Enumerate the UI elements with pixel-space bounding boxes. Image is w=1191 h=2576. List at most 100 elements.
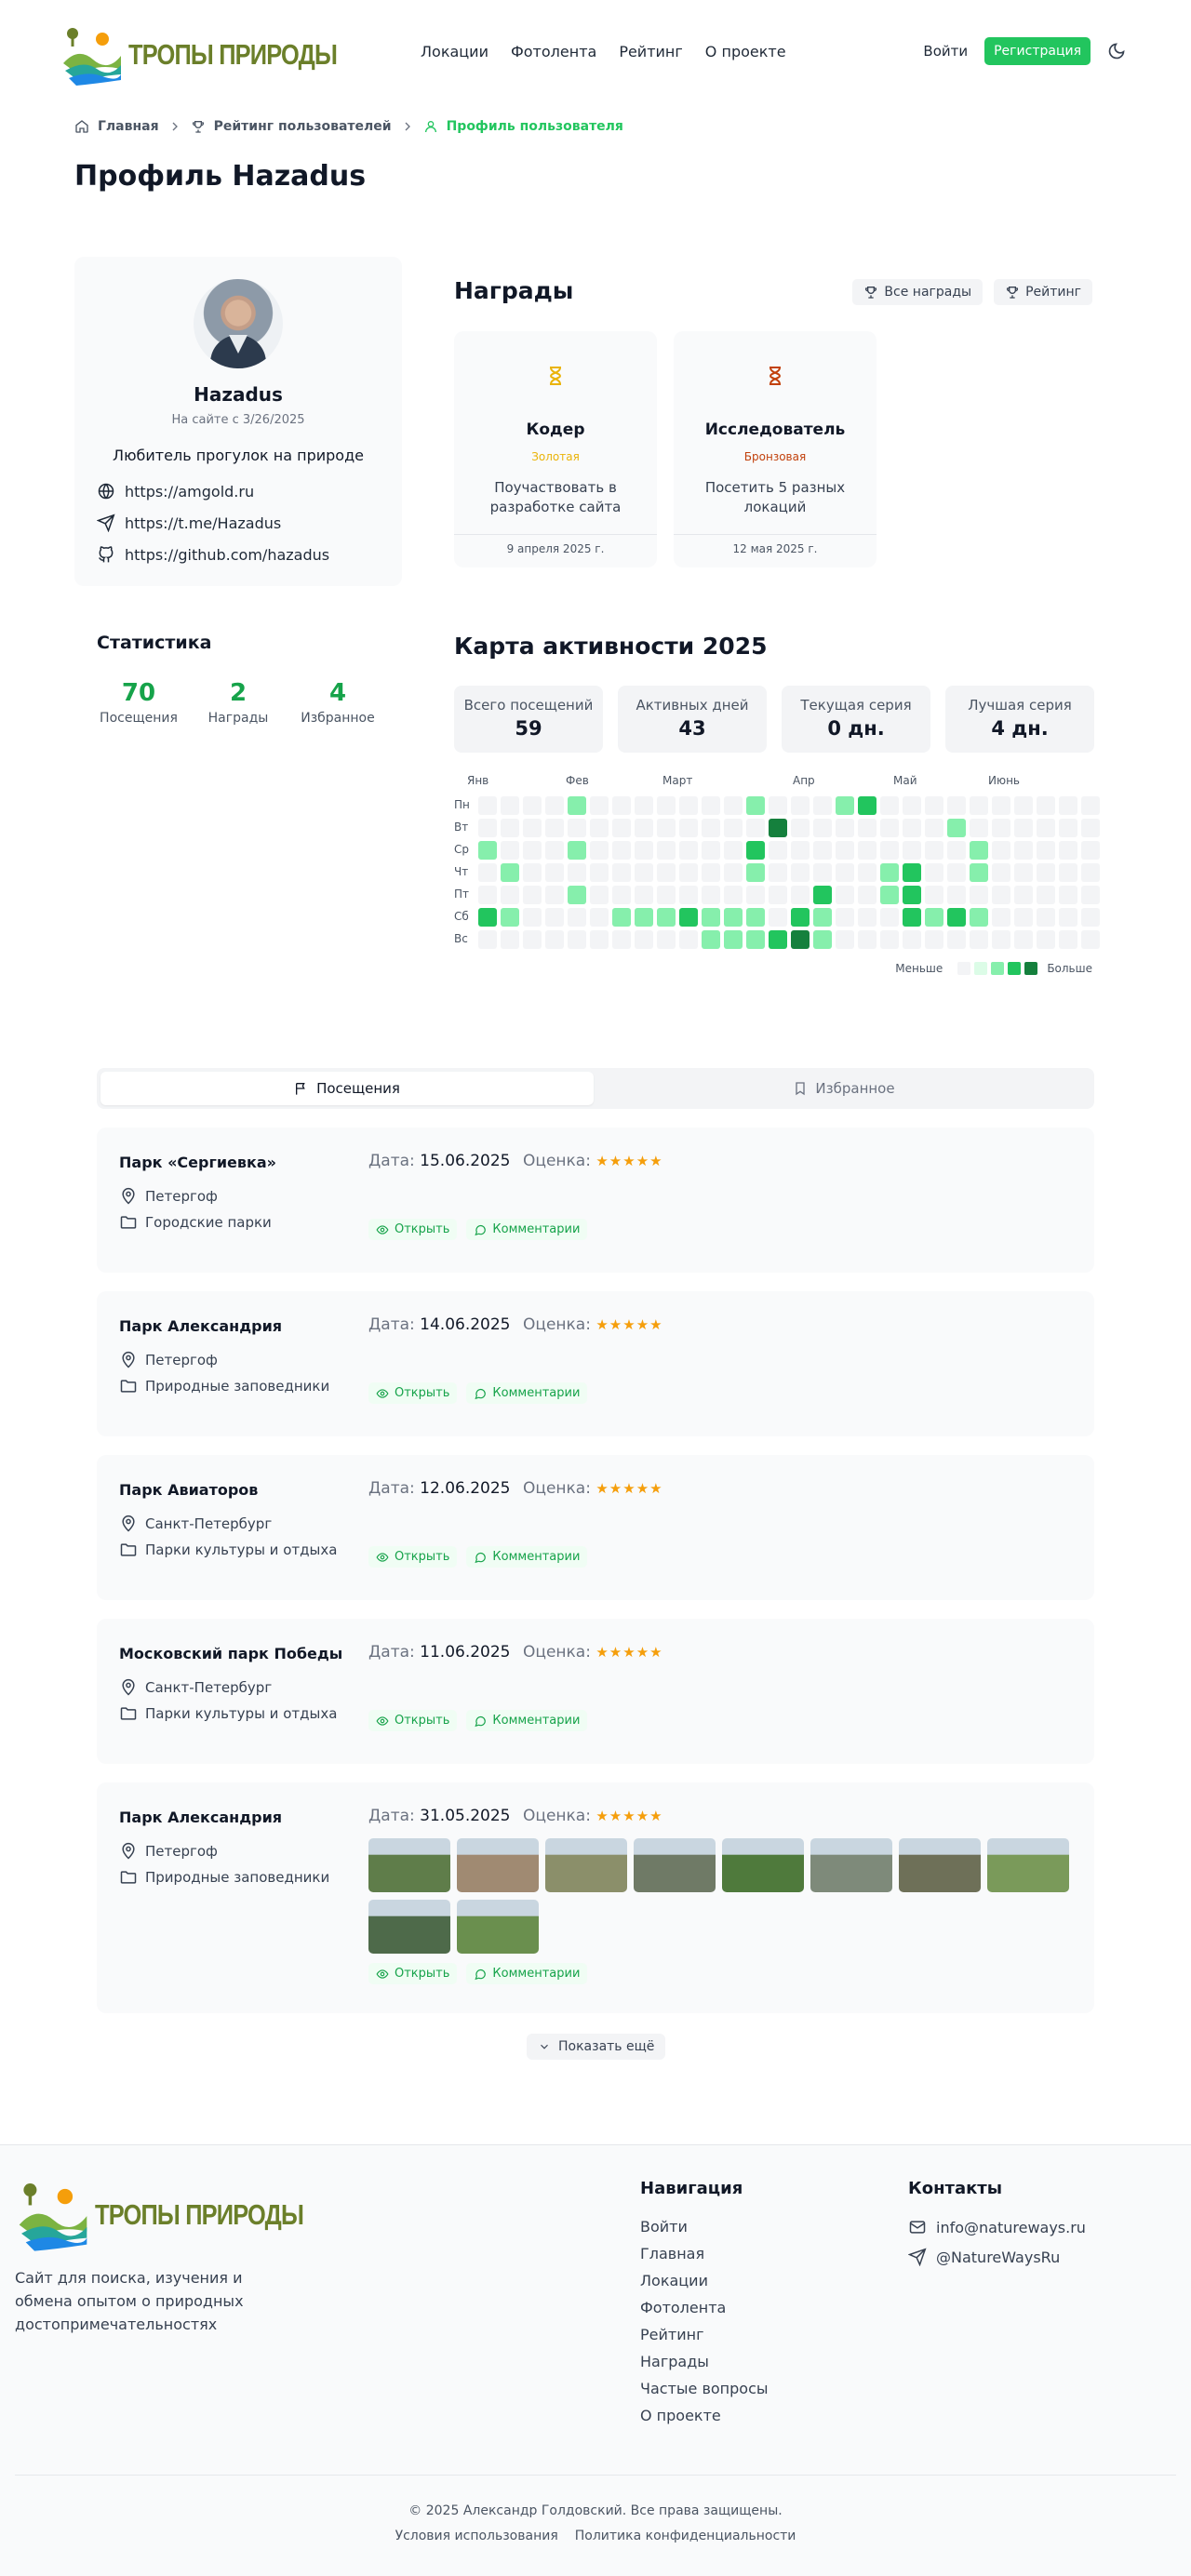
heatmap-cell[interactable] bbox=[635, 796, 653, 815]
rating-button[interactable]: Рейтинг bbox=[994, 279, 1092, 305]
heatmap-cell[interactable] bbox=[813, 886, 832, 904]
breadcrumb-home[interactable]: Главная bbox=[98, 119, 159, 134]
heatmap-cell[interactable] bbox=[702, 841, 720, 860]
heatmap-cell[interactable] bbox=[791, 841, 810, 860]
heatmap-cell[interactable] bbox=[769, 930, 787, 949]
show-more-button[interactable]: Показать ещё bbox=[527, 2034, 666, 2060]
heatmap-cell[interactable] bbox=[724, 886, 743, 904]
visit-photo[interactable] bbox=[368, 1838, 450, 1892]
heatmap-cell[interactable] bbox=[925, 930, 943, 949]
footer-nav-locations[interactable]: Локации bbox=[640, 2272, 769, 2289]
heatmap-cell[interactable] bbox=[858, 863, 877, 882]
heatmap-cell[interactable] bbox=[836, 863, 854, 882]
heatmap-cell[interactable] bbox=[478, 886, 497, 904]
footer-nav-about[interactable]: О проекте bbox=[640, 2407, 769, 2424]
visit-photo[interactable] bbox=[457, 1900, 539, 1954]
heatmap-cell[interactable] bbox=[880, 886, 899, 904]
github-link[interactable]: https://github.com/hazadus bbox=[97, 545, 329, 564]
heatmap-cell[interactable] bbox=[501, 886, 519, 904]
heatmap-cell[interactable] bbox=[1059, 819, 1077, 837]
heatmap-cell[interactable] bbox=[1014, 841, 1033, 860]
heatmap-cell[interactable] bbox=[992, 886, 1010, 904]
heatmap-cell[interactable] bbox=[880, 908, 899, 927]
heatmap-cell[interactable] bbox=[568, 886, 586, 904]
heatmap-cell[interactable] bbox=[612, 930, 631, 949]
heatmap-cell[interactable] bbox=[679, 886, 698, 904]
footer-nav-awards[interactable]: Награды bbox=[640, 2353, 769, 2370]
heatmap-cell[interactable] bbox=[523, 908, 542, 927]
open-button[interactable]: Открыть bbox=[368, 1710, 458, 1731]
open-button[interactable]: Открыть bbox=[368, 1963, 458, 1984]
heatmap-cell[interactable] bbox=[501, 908, 519, 927]
heatmap-cell[interactable] bbox=[769, 886, 787, 904]
heatmap-cell[interactable] bbox=[1081, 796, 1100, 815]
heatmap-cell[interactable] bbox=[947, 796, 966, 815]
heatmap-cell[interactable] bbox=[568, 908, 586, 927]
nav-item-rating[interactable]: Рейтинг bbox=[619, 43, 682, 60]
heatmap-cell[interactable] bbox=[590, 886, 609, 904]
heatmap-cell[interactable] bbox=[568, 819, 586, 837]
heatmap-cell[interactable] bbox=[880, 796, 899, 815]
heatmap-cell[interactable] bbox=[947, 819, 966, 837]
heatmap-cell[interactable] bbox=[523, 841, 542, 860]
heatmap-cell[interactable] bbox=[635, 930, 653, 949]
footer-logo[interactable]: ТРОПЫ ПРИРОДЫ bbox=[15, 2177, 349, 2253]
heatmap-cell[interactable] bbox=[1081, 841, 1100, 860]
visit-location-name[interactable]: Парк Авиаторов bbox=[119, 1481, 258, 1499]
footer-nav-login[interactable]: Войти bbox=[640, 2218, 769, 2236]
heatmap-cell[interactable] bbox=[992, 930, 1010, 949]
heatmap-cell[interactable] bbox=[657, 930, 676, 949]
footer-nav-photofeed[interactable]: Фотолента bbox=[640, 2299, 769, 2316]
heatmap-cell[interactable] bbox=[478, 908, 497, 927]
visit-location-name[interactable]: Парк Александрия bbox=[119, 1317, 282, 1335]
moon-icon[interactable] bbox=[1107, 42, 1126, 60]
heatmap-cell[interactable] bbox=[568, 841, 586, 860]
heatmap-cell[interactable] bbox=[858, 819, 877, 837]
heatmap-cell[interactable] bbox=[947, 930, 966, 949]
heatmap-cell[interactable] bbox=[903, 841, 921, 860]
heatmap-cell[interactable] bbox=[791, 796, 810, 815]
heatmap-cell[interactable] bbox=[679, 819, 698, 837]
heatmap-cell[interactable] bbox=[1037, 930, 1055, 949]
heatmap-cell[interactable] bbox=[635, 863, 653, 882]
heatmap-cell[interactable] bbox=[880, 841, 899, 860]
heatmap-cell[interactable] bbox=[612, 863, 631, 882]
visit-photo[interactable] bbox=[987, 1838, 1069, 1892]
heatmap-cell[interactable] bbox=[702, 930, 720, 949]
heatmap-cell[interactable] bbox=[702, 863, 720, 882]
heatmap-cell[interactable] bbox=[925, 886, 943, 904]
tab-favorites[interactable]: Избранное bbox=[597, 1072, 1091, 1105]
website-link[interactable]: https://amgold.ru bbox=[97, 482, 329, 501]
heatmap-cell[interactable] bbox=[880, 819, 899, 837]
heatmap-cell[interactable] bbox=[568, 796, 586, 815]
heatmap-cell[interactable] bbox=[813, 841, 832, 860]
open-button[interactable]: Открыть bbox=[368, 1219, 458, 1240]
footer-telegram[interactable]: @NatureWaysRu bbox=[908, 2248, 1060, 2266]
heatmap-cell[interactable] bbox=[657, 863, 676, 882]
heatmap-cell[interactable] bbox=[590, 908, 609, 927]
comments-button[interactable]: Комментарии bbox=[466, 1710, 588, 1731]
heatmap-cell[interactable] bbox=[1014, 930, 1033, 949]
visit-photo[interactable] bbox=[722, 1838, 804, 1892]
heatmap-cell[interactable] bbox=[925, 841, 943, 860]
heatmap-cell[interactable] bbox=[1037, 908, 1055, 927]
heatmap-cell[interactable] bbox=[813, 863, 832, 882]
heatmap-cell[interactable] bbox=[501, 841, 519, 860]
heatmap-cell[interactable] bbox=[590, 863, 609, 882]
footer-email[interactable]: info@natureways.ru bbox=[908, 2218, 1086, 2236]
heatmap-cell[interactable] bbox=[501, 819, 519, 837]
heatmap-cell[interactable] bbox=[1037, 863, 1055, 882]
all-awards-button[interactable]: Все награды bbox=[852, 279, 984, 305]
heatmap-cell[interactable] bbox=[590, 841, 609, 860]
heatmap-cell[interactable] bbox=[657, 841, 676, 860]
heatmap-cell[interactable] bbox=[992, 819, 1010, 837]
heatmap-cell[interactable] bbox=[970, 863, 988, 882]
nav-item-locations[interactable]: Локации bbox=[421, 43, 488, 60]
heatmap-cell[interactable] bbox=[880, 863, 899, 882]
heatmap-cell[interactable] bbox=[970, 908, 988, 927]
heatmap-cell[interactable] bbox=[501, 863, 519, 882]
heatmap-cell[interactable] bbox=[836, 908, 854, 927]
heatmap-cell[interactable] bbox=[1014, 886, 1033, 904]
visit-photo[interactable] bbox=[634, 1838, 716, 1892]
heatmap-cell[interactable] bbox=[679, 841, 698, 860]
